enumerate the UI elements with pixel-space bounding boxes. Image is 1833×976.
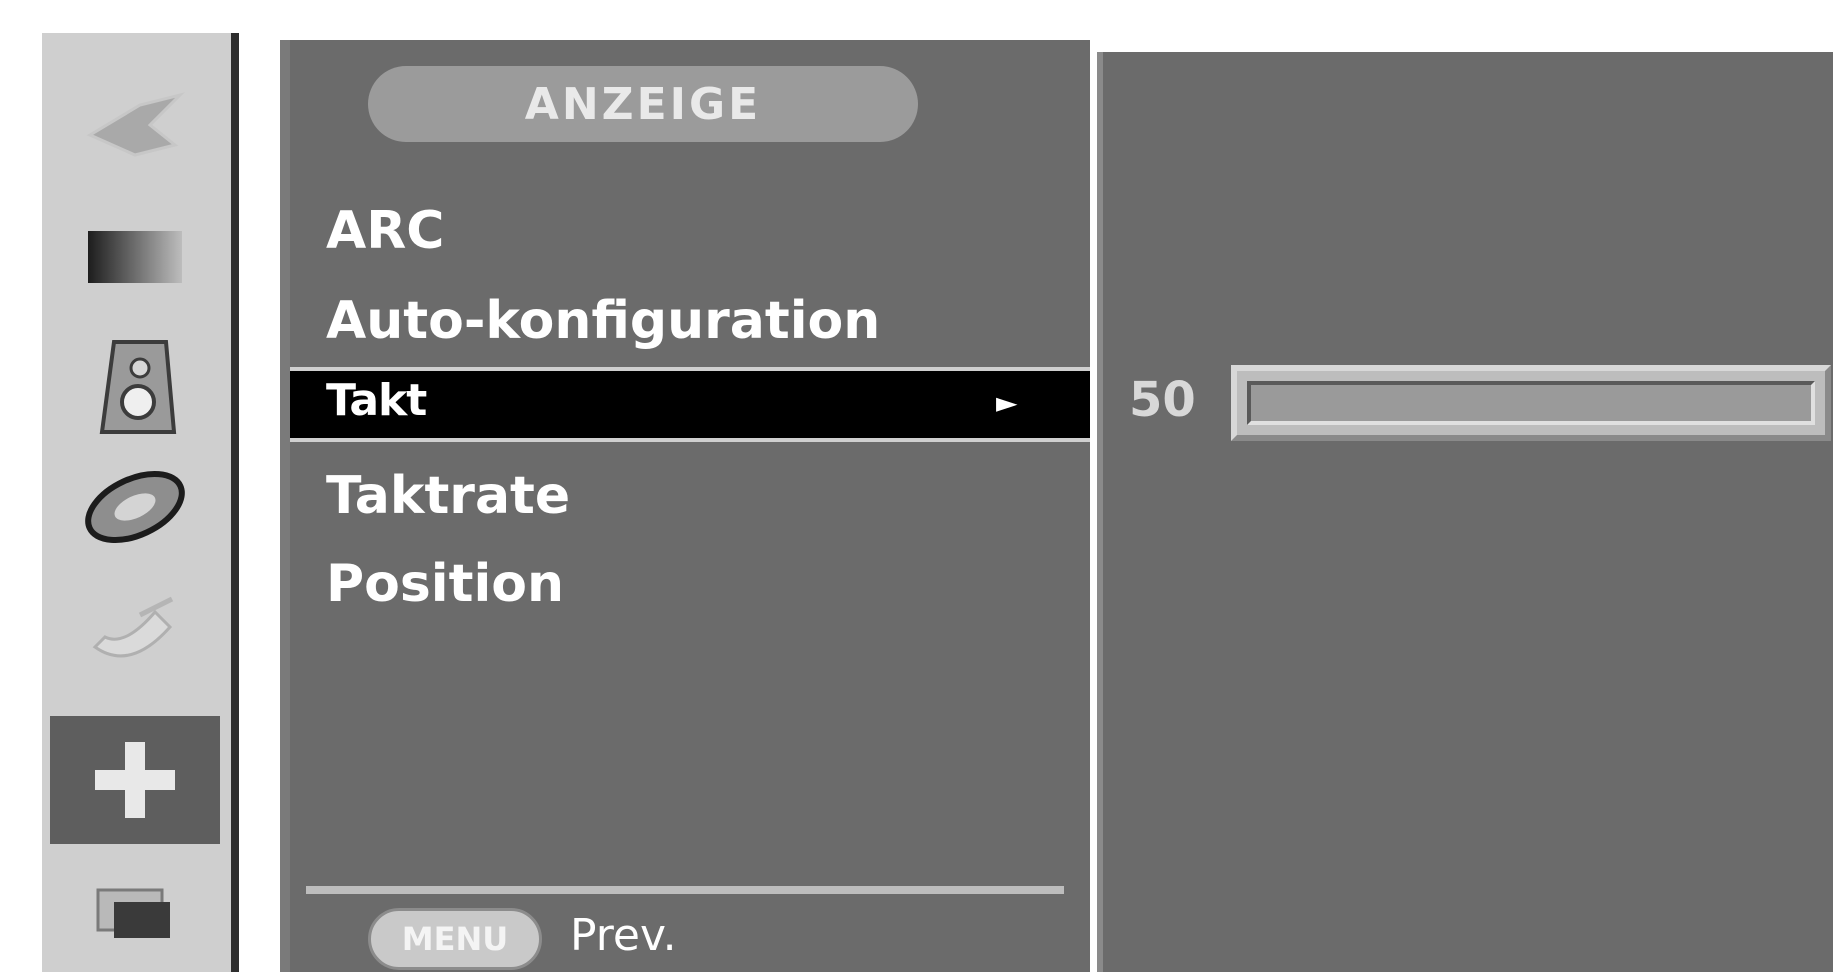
satellite-icon [92, 596, 174, 658]
takt-slider[interactable] [1231, 365, 1831, 441]
display-plus-icon [95, 742, 175, 818]
menu-item-label: Takt [326, 375, 427, 426]
menu-item-position[interactable]: Position [326, 558, 564, 610]
screen-icon [88, 231, 182, 283]
menu-button[interactable]: MENU [368, 908, 542, 970]
slider-groove [1247, 381, 1815, 425]
menu-item-arc[interactable]: ARC [326, 205, 444, 257]
submenu-arrow-icon: ► [996, 386, 1018, 419]
sidebar-item-screen[interactable] [50, 193, 220, 321]
menu-item-auto-config[interactable]: Auto-konfiguration [326, 295, 880, 347]
settings-menu: ANZEIGE ARC Auto-konfiguration Takt ► Ta… [280, 40, 1090, 972]
menu-item-taktrate[interactable]: Taktrate [326, 470, 570, 522]
sidebar-item-picture[interactable] [50, 61, 220, 189]
menu-item-takt[interactable]: Takt ► [290, 367, 1090, 442]
sidebar-item-display[interactable] [50, 716, 220, 844]
sidebar-item-satellite[interactable] [50, 568, 220, 696]
sidebar-item-sound[interactable] [50, 323, 220, 451]
category-sidebar [42, 33, 239, 972]
takt-value: 50 [1129, 372, 1196, 428]
pip-icon [96, 888, 170, 938]
sidebar-item-pip[interactable] [50, 848, 220, 976]
divider [306, 886, 1064, 894]
menu-title: ANZEIGE [368, 66, 918, 142]
picture-icon [86, 92, 185, 157]
prev-label: Prev. [570, 910, 677, 961]
disc-icon [85, 470, 185, 544]
value-panel: 50 [1097, 52, 1833, 972]
sound-icon [99, 340, 177, 434]
sidebar-item-disc[interactable] [50, 443, 220, 571]
